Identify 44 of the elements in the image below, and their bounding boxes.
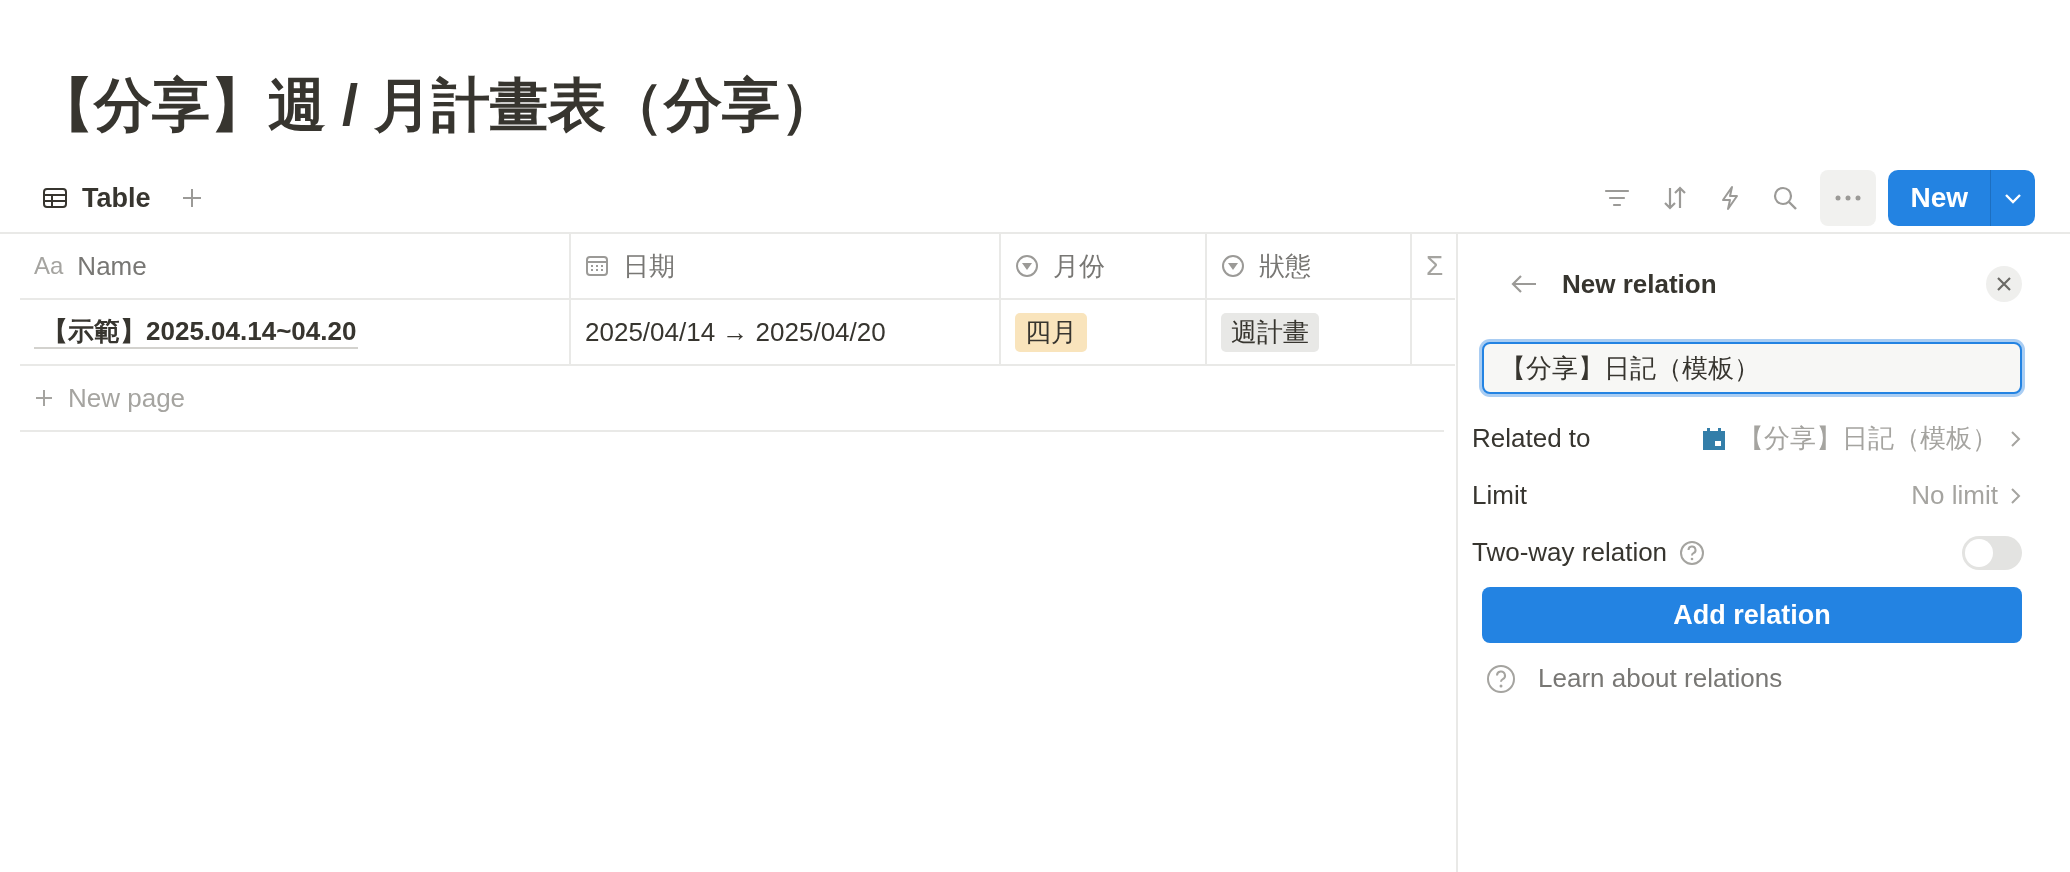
filter-icon[interactable] xyxy=(1604,187,1631,209)
page-title: 【分享】週 / 月計畫表（分享） xyxy=(35,71,840,139)
more-icon xyxy=(1835,195,1862,201)
panel-title: New relation xyxy=(1562,268,1718,300)
learn-link[interactable]: Learn about relations xyxy=(1482,663,2022,694)
column-header[interactable]: Σ xyxy=(1412,234,1455,300)
close-icon xyxy=(1997,277,2011,291)
help-icon xyxy=(1486,663,1516,694)
chevron-down-icon xyxy=(2004,192,2022,204)
more-button[interactable] xyxy=(1820,170,1877,226)
plus-icon xyxy=(34,388,54,408)
column-header[interactable]: 日期 xyxy=(571,234,1001,300)
view-tab[interactable]: Table xyxy=(38,176,155,220)
dropdown-circle-icon xyxy=(1015,254,1039,278)
calendar-icon xyxy=(585,255,609,277)
date-range: 2025/04/14 → 2025/04/20 xyxy=(585,316,886,348)
column-header[interactable]: 月份 xyxy=(1001,234,1207,300)
relation-name-field[interactable]: 【分享】日記（模板） xyxy=(1482,342,2022,394)
help-icon[interactable] xyxy=(1679,539,1706,566)
add-relation-button[interactable]: Add relation xyxy=(1482,587,2022,643)
chevron-right-icon xyxy=(2010,486,2022,505)
setting-label: Related to xyxy=(1472,423,1591,454)
column-header[interactable]: 狀態 xyxy=(1207,234,1412,300)
setting-value-link[interactable]: No limit xyxy=(1911,480,2022,511)
search-icon[interactable] xyxy=(1772,185,1799,211)
column-header[interactable]: Aa Name xyxy=(20,234,571,300)
close-button[interactable] xyxy=(1986,266,2022,302)
setting-label: Limit xyxy=(1472,480,1527,511)
new-button[interactable]: New xyxy=(1888,170,1991,226)
toggle-switch[interactable] xyxy=(1962,535,2022,570)
new-page-button[interactable]: New page xyxy=(20,366,1444,432)
setting-label: Two-way relation xyxy=(1472,537,1668,568)
add-view-icon[interactable] xyxy=(180,187,203,209)
select-tag: 四月 xyxy=(1015,312,1087,352)
dropdown-circle-icon xyxy=(1221,254,1245,278)
new-dropdown-button[interactable] xyxy=(1991,170,2035,226)
select-tag: 週計畫 xyxy=(1221,312,1319,352)
table-icon xyxy=(42,187,68,209)
lightning-icon[interactable] xyxy=(1720,185,1741,211)
setting-value-link[interactable]: 【分享】日記（模板） xyxy=(1702,421,2022,456)
back-arrow-icon[interactable] xyxy=(1510,273,1538,295)
calendar-icon xyxy=(1702,426,1726,451)
chevron-right-icon xyxy=(2010,429,2022,448)
page-name-link[interactable]: 【示範】2025.04.14~04.20 xyxy=(34,315,359,349)
